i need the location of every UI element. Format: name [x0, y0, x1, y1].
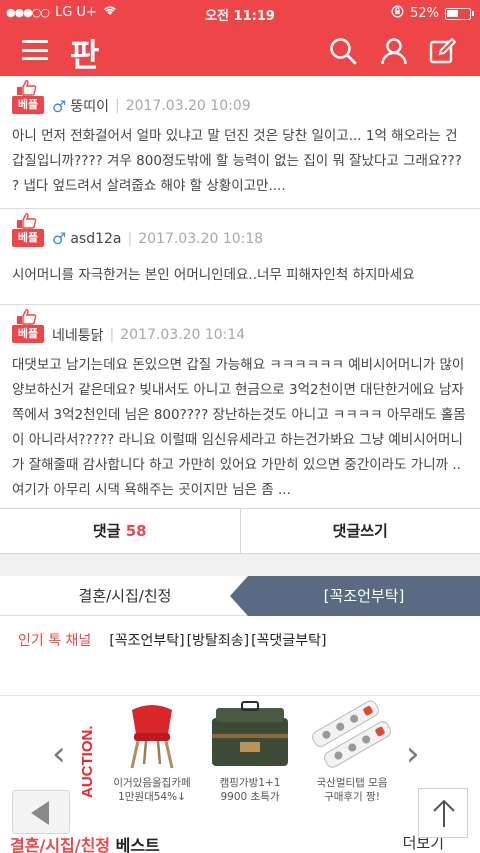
- product-price: 9900 초특가: [220, 791, 280, 803]
- search-icon[interactable]: [328, 36, 358, 66]
- best-badge: 베플: [12, 325, 44, 343]
- category-tabs: 결혼/시집/친정 [꼭조언부탁]: [0, 576, 480, 616]
- battery-icon: [445, 7, 471, 20]
- chevron-left-icon[interactable]: ‹: [52, 734, 66, 774]
- comment-date: 2017.03.20 10:14: [120, 327, 246, 343]
- product-name: 이거있음올집카페: [113, 777, 191, 789]
- product-price: 1만원대54%↓: [118, 791, 186, 803]
- ad-product[interactable]: 국산멀티탭 모음 구매후기 짱!: [304, 700, 400, 804]
- nickname[interactable]: 네네퉁닭: [52, 325, 104, 345]
- write-icon[interactable]: [428, 36, 458, 66]
- chair-image: [130, 705, 174, 769]
- comments-count: 58: [125, 522, 147, 540]
- divider: [0, 662, 480, 696]
- battery-percent: 52%: [410, 6, 439, 21]
- best-badge: 베플: [12, 229, 44, 247]
- svg-text:AUCTION.: AUCTION.: [79, 726, 96, 799]
- best-section-header: 결혼/시집/친정 베스트 더보기: [0, 830, 480, 853]
- best-label: 베스트: [115, 836, 160, 853]
- back-button[interactable]: [12, 790, 70, 834]
- ad-product[interactable]: 이거있음올집카페 1만원대54%↓: [104, 700, 200, 804]
- status-bar: ●●●○○ LG U+ 오전 11:19 52%: [0, 0, 480, 26]
- hot-channel-tag[interactable]: [꼭조언부탁]: [109, 630, 184, 650]
- thumbs-up-icon: [16, 309, 38, 325]
- male-icon: ♂: [52, 96, 67, 116]
- hot-channel-label: 인기 톡 채널: [18, 633, 92, 649]
- thumbs-up-icon: [16, 80, 38, 96]
- comment-action-bar: 댓글 58 댓글쓰기: [0, 508, 480, 554]
- male-icon: ♂: [52, 229, 67, 248]
- comment-text: 대댓보고 남기는데요 돈있으면 갑질 가능해요 ㅋㅋㅋㅋㅋㅋ 예비시어머니가 많…: [12, 357, 466, 498]
- product-price: 구매후기 짱!: [324, 791, 380, 803]
- best-comment: 베플 ♂ 뚱띠이 | 2017.03.20 10:09 아니 먼저 전화걸어서 …: [0, 76, 480, 209]
- comment-text: 아니 먼저 전화걸어서 얼마 있냐고 말 던진 것은 당찬 일이고... 1억 …: [12, 128, 462, 194]
- best-category[interactable]: 결혼/시집/친정: [10, 836, 110, 853]
- ad-carousel: ‹ AUCTION. 이거있음올집카페 1만원대54%↓ 캠핑가방1+1 990…: [0, 698, 480, 806]
- write-comment-button[interactable]: 댓글쓰기: [239, 509, 480, 553]
- power-strip-image: [312, 700, 391, 768]
- menu-icon[interactable]: [22, 40, 48, 60]
- auction-logo: AUCTION.: [79, 726, 96, 799]
- product-name: 캠핑가방1+1: [219, 777, 281, 789]
- top-nav: 판: [0, 26, 480, 76]
- bag-image: [212, 701, 288, 766]
- arrow-up-icon: [433, 799, 455, 827]
- ad-product[interactable]: 캠핑가방1+1 9900 초특가: [202, 700, 298, 804]
- comments-label: 댓글: [92, 522, 121, 540]
- best-comment: 베플 네네퉁닭 | 2017.03.20 10:14 대댓보고 남기는데요 돈있…: [0, 305, 480, 508]
- best-badge: 베플: [12, 96, 44, 114]
- nickname[interactable]: asd12a: [70, 231, 121, 247]
- rotation-lock-icon: [391, 5, 404, 22]
- product-name: 국산멀티탭 모음: [316, 777, 388, 789]
- hot-channel-row: 인기 톡 채널 [꼭조언부탁] [방탈죄송] [꼭댓글부탁]: [0, 622, 480, 658]
- comment-date: 2017.03.20 10:18: [138, 230, 264, 247]
- best-comment: 베플 ♂ asd12a | 2017.03.20 10:18 시어머니를 자극한…: [0, 209, 480, 305]
- comment-date: 2017.03.20 10:09: [125, 98, 251, 114]
- comments-button[interactable]: 댓글 58: [0, 509, 240, 553]
- chevron-right-icon[interactable]: ›: [406, 734, 420, 774]
- comment-text: 시어머니를 자극한거는 본인 어머니인데요..너무 피해자인척 하지마세요: [12, 267, 415, 283]
- app-logo[interactable]: 판: [70, 30, 99, 76]
- hot-channel-tag[interactable]: [꼭댓글부탁]: [251, 630, 326, 650]
- back-arrow-icon: [31, 801, 49, 825]
- tab-subcategory[interactable]: [꼭조언부탁]: [230, 576, 480, 616]
- nickname[interactable]: 뚱띠이: [70, 96, 109, 116]
- hot-channel-tag[interactable]: [방탈죄송]: [187, 630, 249, 650]
- thumbs-up-icon: [16, 213, 38, 229]
- tab-category[interactable]: 결혼/시집/친정: [0, 576, 250, 616]
- scroll-top-button[interactable]: [418, 788, 468, 838]
- user-icon[interactable]: [379, 36, 409, 66]
- divider: [0, 554, 480, 576]
